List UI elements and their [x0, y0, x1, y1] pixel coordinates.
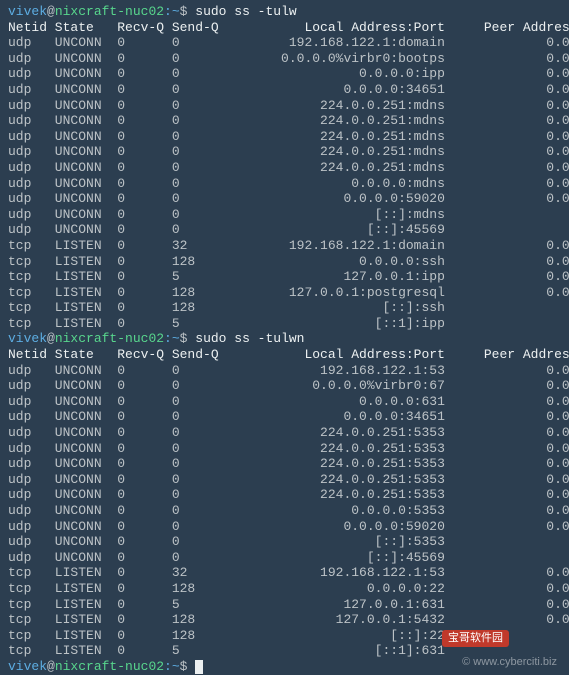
table-row: udp UNCONN 0 0 [::]:45569 [::]:*	[8, 550, 561, 566]
table-row: udp UNCONN 0 0 224.0.0.251:mdns 0.0.0.0:…	[8, 129, 561, 145]
command-text: sudo ss -tulw	[195, 4, 296, 19]
table-row: udp UNCONN 0 0 224.0.0.251:5353 0.0.0.0:…	[8, 456, 561, 472]
table-row: udp UNCONN 0 0 0.0.0.0:631 0.0.0.0:*	[8, 394, 561, 410]
table-row: udp UNCONN 0 0 0.0.0.0%virbr0:bootps 0.0…	[8, 51, 561, 67]
table-row: udp UNCONN 0 0 [::]:mdns [::]:*	[8, 207, 561, 223]
terminal-output[interactable]: vivek@nixcraft-nuc02:~$ sudo ss -tulwNet…	[8, 4, 561, 675]
table-row: udp UNCONN 0 0 224.0.0.251:5353 0.0.0.0:…	[8, 425, 561, 441]
table-row: udp UNCONN 0 0 224.0.0.251:mdns 0.0.0.0:…	[8, 144, 561, 160]
table-row: tcp LISTEN 0 128 [::]:ssh [::]:*	[8, 300, 561, 316]
table-row: udp UNCONN 0 0 224.0.0.251:mdns 0.0.0.0:…	[8, 113, 561, 129]
table-row: udp UNCONN 0 0 224.0.0.251:mdns 0.0.0.0:…	[8, 98, 561, 114]
table-row: udp UNCONN 0 0 192.168.122.1:domain 0.0.…	[8, 35, 561, 51]
table-row: udp UNCONN 0 0 0.0.0.0:5353 0.0.0.0:*	[8, 503, 561, 519]
table-row: udp UNCONN 0 0 0.0.0.0:34651 0.0.0.0:*	[8, 409, 561, 425]
prompt-user: vivek	[8, 659, 47, 674]
table-row: tcp LISTEN 0 32 192.168.122.1:domain 0.0…	[8, 238, 561, 254]
table-header: Netid State Recv-Q Send-Q Local Address:…	[8, 347, 561, 363]
table-row: tcp LISTEN 0 128 127.0.0.1:postgresql 0.…	[8, 285, 561, 301]
table-row: udp UNCONN 0 0 224.0.0.251:mdns 0.0.0.0:…	[8, 160, 561, 176]
table-row: udp UNCONN 0 0 0.0.0.0:mdns 0.0.0.0:*	[8, 176, 561, 192]
table-row: tcp LISTEN 0 5 127.0.0.1:631 0.0.0.0:*	[8, 597, 561, 613]
table-row: tcp LISTEN 0 5 127.0.0.1:ipp 0.0.0.0:*	[8, 269, 561, 285]
table-row: udp UNCONN 0 0 192.168.122.1:53 0.0.0.0:…	[8, 363, 561, 379]
prompt-user: vivek	[8, 331, 47, 346]
table-row: tcp LISTEN 0 5 [::1]:ipp [::]:*	[8, 316, 561, 332]
prompt-host: nixcraft-nuc02	[55, 4, 164, 19]
table-row: tcp LISTEN 0 128 0.0.0.0:ssh 0.0.0.0:*	[8, 254, 561, 270]
table-row: udp UNCONN 0 0 0.0.0.0:34651 0.0.0.0:*	[8, 82, 561, 98]
prompt-line: vivek@nixcraft-nuc02:~$ sudo ss -tulw	[8, 4, 561, 20]
prompt-host: nixcraft-nuc02	[55, 659, 164, 674]
table-row: udp UNCONN 0 0 224.0.0.251:5353 0.0.0.0:…	[8, 487, 561, 503]
table-row: tcp LISTEN 0 128 127.0.0.1:5432 0.0.0.0:…	[8, 612, 561, 628]
copyright-watermark: © www.cyberciti.biz	[462, 656, 557, 669]
cursor	[195, 660, 203, 674]
table-row: udp UNCONN 0 0 224.0.0.251:5353 0.0.0.0:…	[8, 441, 561, 457]
table-row: udp UNCONN 0 0 224.0.0.251:5353 0.0.0.0:…	[8, 472, 561, 488]
table-row: tcp LISTEN 0 128 0.0.0.0:22 0.0.0.0:*	[8, 581, 561, 597]
table-row: tcp LISTEN 0 32 192.168.122.1:53 0.0.0.0…	[8, 565, 561, 581]
table-row: udp UNCONN 0 0 0.0.0.0:ipp 0.0.0.0:*	[8, 66, 561, 82]
table-row: udp UNCONN 0 0 [::]:45569 [::]:*	[8, 222, 561, 238]
table-row: udp UNCONN 0 0 0.0.0.0:59020 0.0.0.0:*	[8, 191, 561, 207]
watermark-badge: 宝哥软件园	[442, 630, 509, 647]
table-header: Netid State Recv-Q Send-Q Local Address:…	[8, 20, 561, 36]
prompt-host: nixcraft-nuc02	[55, 331, 164, 346]
prompt-line: vivek@nixcraft-nuc02:~$ sudo ss -tulwn	[8, 331, 561, 347]
table-row: udp UNCONN 0 0 0.0.0.0:59020 0.0.0.0:*	[8, 519, 561, 535]
table-row: udp UNCONN 0 0 0.0.0.0%virbr0:67 0.0.0.0…	[8, 378, 561, 394]
table-row: udp UNCONN 0 0 [::]:5353 [::]:*	[8, 534, 561, 550]
command-text: sudo ss -tulwn	[195, 331, 304, 346]
prompt-user: vivek	[8, 4, 47, 19]
